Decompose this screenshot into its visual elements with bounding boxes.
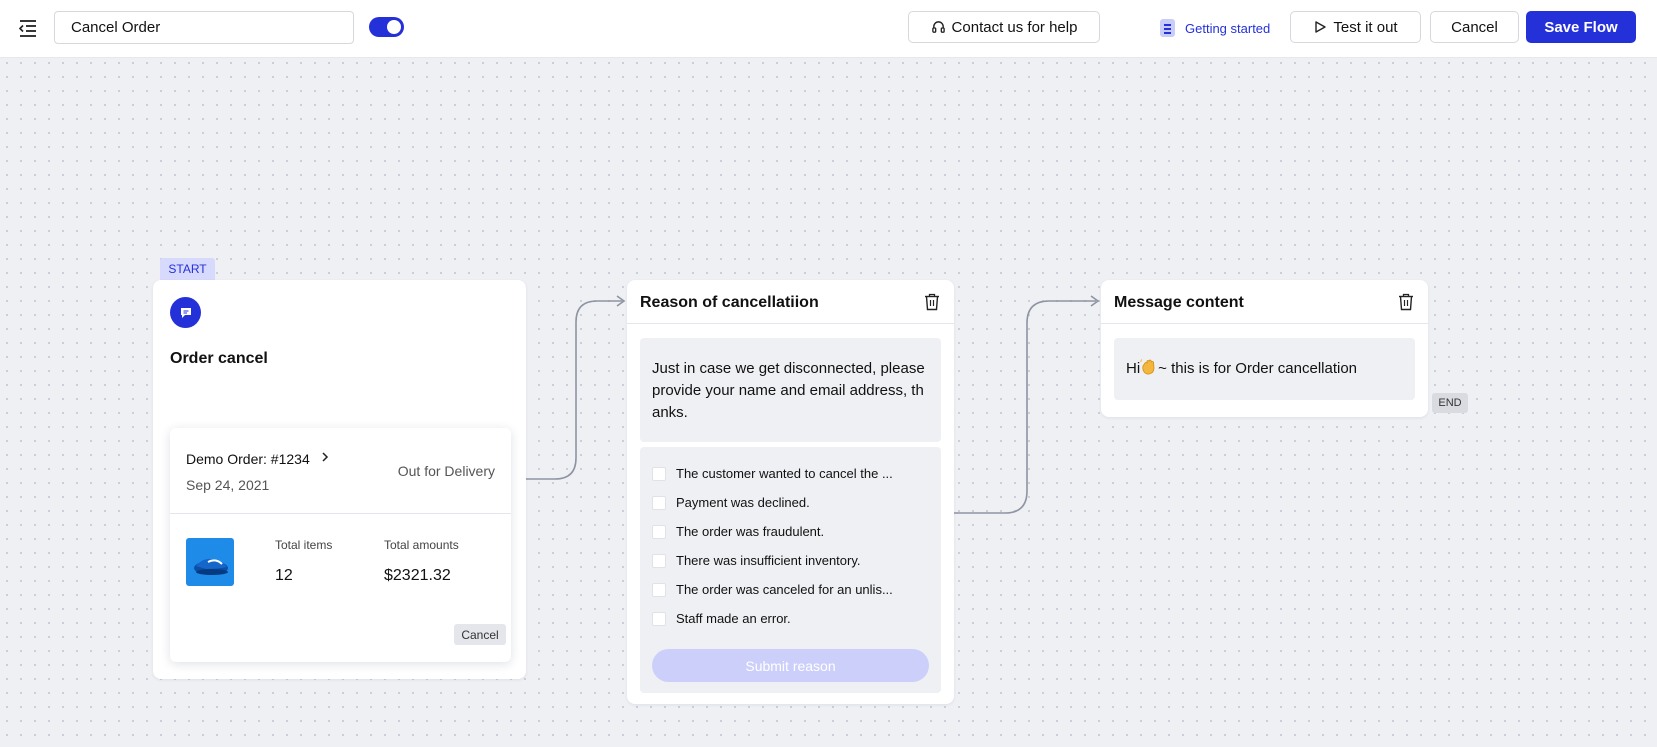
- reason-option-label: There was insufficient inventory.: [676, 553, 861, 568]
- start-node[interactable]: Order cancel Demo Order: #1234 Sep 24, 2…: [153, 280, 526, 679]
- order-status: Out for Delivery: [397, 463, 495, 479]
- start-tag: START: [160, 258, 215, 280]
- checkbox[interactable]: [652, 612, 666, 626]
- reason-option-label: The order was canceled for an unlis...: [676, 582, 893, 597]
- checkbox[interactable]: [652, 525, 666, 539]
- checkbox[interactable]: [652, 554, 666, 568]
- reason-node[interactable]: Reason of cancellatiion Just in case we …: [627, 280, 954, 704]
- message-text-end: ~ this is for Order cancellation: [1158, 360, 1358, 377]
- reason-option-label: The order was fraudulent.: [676, 524, 825, 539]
- reason-option[interactable]: The customer wanted to cancel the ...: [652, 464, 893, 484]
- reason-option[interactable]: There was insufficient inventory.: [652, 551, 861, 571]
- reason-message: Just in case we get disconnected, please…: [640, 338, 941, 442]
- product-image: [186, 538, 234, 586]
- reason-options: The customer wanted to cancel the ... Pa…: [640, 447, 941, 693]
- connector-start-to-reason: [526, 300, 622, 480]
- reason-option[interactable]: The order was fraudulent.: [652, 522, 824, 542]
- message-node-header: Message content: [1101, 280, 1428, 324]
- order-number: Demo Order: #1234: [186, 451, 310, 467]
- checkbox[interactable]: [652, 583, 666, 597]
- reason-node-header: Reason of cancellatiion: [627, 280, 954, 324]
- reason-option[interactable]: The order was canceled for an unlis...: [652, 580, 893, 600]
- order-divider: [170, 513, 511, 514]
- checkbox[interactable]: [652, 496, 666, 510]
- order-card: Demo Order: #1234 Sep 24, 2021 Out for D…: [170, 428, 511, 662]
- order-date: Sep 24, 2021: [186, 477, 270, 493]
- message-content: Hi ~ this is for Order cancellation: [1114, 338, 1415, 400]
- chat-icon: [170, 297, 201, 328]
- chevron-right-icon[interactable]: [320, 450, 330, 464]
- checkbox[interactable]: [652, 467, 666, 481]
- reason-option-label: Payment was declined.: [676, 495, 810, 510]
- trash-icon[interactable]: [924, 293, 940, 311]
- total-amount-value: $2321.32: [384, 567, 451, 584]
- reason-option[interactable]: Payment was declined.: [652, 493, 810, 513]
- end-tag: END: [1432, 393, 1468, 413]
- submit-reason-button[interactable]: Submit reason: [652, 649, 929, 682]
- waving-hand-icon: [1140, 359, 1155, 375]
- message-node[interactable]: Message content Hi ~ this is for Order c…: [1101, 280, 1428, 417]
- total-items-value: 12: [275, 567, 293, 584]
- reason-option-label: The customer wanted to cancel the ...: [676, 466, 893, 481]
- total-items-label: Total items: [275, 538, 333, 552]
- order-cancel-button[interactable]: Cancel: [454, 624, 506, 645]
- reason-node-title: Reason of cancellatiion: [640, 294, 819, 311]
- total-amount-label: Total amounts: [384, 538, 459, 552]
- connector-reason-to-message: [954, 300, 1096, 514]
- reason-option-label: Staff made an error.: [676, 611, 791, 626]
- message-node-title: Message content: [1114, 294, 1244, 311]
- reason-option[interactable]: Staff made an error.: [652, 609, 791, 629]
- message-text-start: Hi: [1126, 360, 1141, 377]
- start-node-title: Order cancel: [170, 350, 268, 367]
- trash-icon[interactable]: [1398, 293, 1414, 311]
